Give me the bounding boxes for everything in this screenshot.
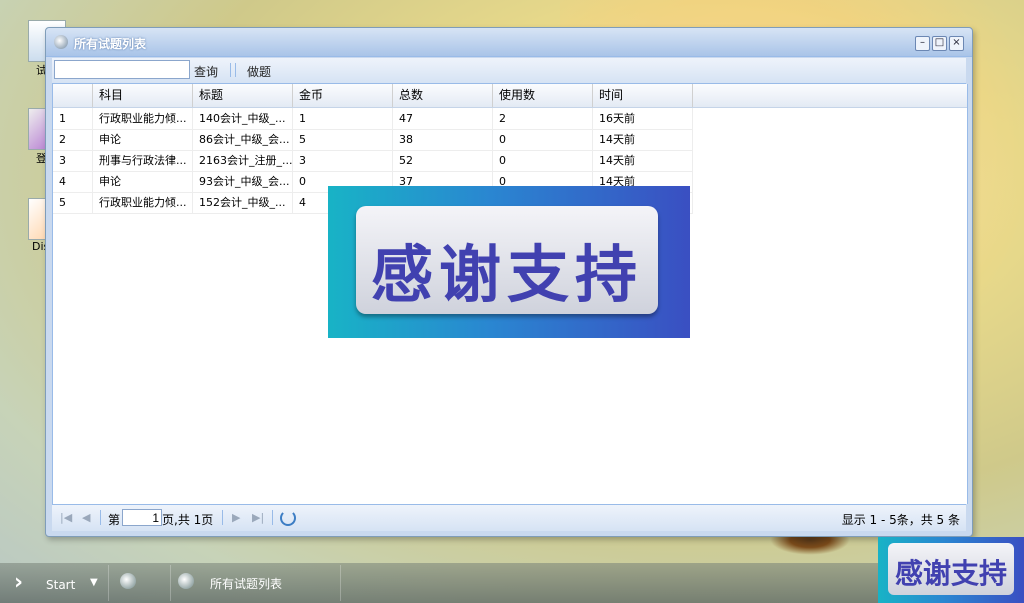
column-header-title[interactable]: 标题 [193,84,293,107]
cell-subject: 申论 [93,129,193,150]
search-input[interactable] [54,60,190,79]
cell-coins: 1 [293,108,393,129]
banner-plate: 感谢支持 [356,206,658,314]
column-header-total[interactable]: 总数 [393,84,493,107]
taskbar: › Start ▼ 所有试题列表 [0,563,1024,603]
paging-toolbar: |◀ ◀ 第 页,共 1页 ▶ ▶| 显示 1 - 5条，共 5 条 [52,504,966,531]
cell-time: 14天前 [593,150,693,171]
cell-subject: 刑事与行政法律... [93,150,193,171]
cell-subject: 行政职业能力倾... [93,192,193,213]
last-page-icon[interactable]: ▶| [252,511,264,524]
cell-total: 52 [393,150,493,171]
column-header-time[interactable]: 时间 [593,84,693,107]
start-button[interactable]: › Start ▼ [14,571,114,597]
minimize-button[interactable]: – [915,36,930,51]
taskbar-divider [170,565,171,601]
pager-divider [222,510,223,525]
cell-coins: 3 [293,150,393,171]
cell-used: 0 [493,150,593,171]
table-row[interactable]: 3 刑事与行政法律... 2163会计_注册_... 3 52 0 14天前 [53,150,693,172]
first-page-icon[interactable]: |◀ [60,511,72,524]
task-button-exam-list[interactable]: 所有试题列表 [210,575,282,592]
table-row[interactable]: 2 申论 86会计_中级_会... 5 38 0 14天前 [53,129,693,151]
column-header-rownum [53,84,93,107]
start-menu-arrow-icon[interactable]: ▼ [90,577,98,588]
thanks-banner-large: 感谢支持 [328,186,690,338]
prev-page-icon[interactable]: ◀ [82,511,90,524]
cell-title: 86会计_中级_会... [193,129,293,150]
toolbar: 查询 做题 [52,58,966,84]
cell-used: 0 [493,129,593,150]
maximize-button[interactable]: □ [932,36,947,51]
cell-rownum: 1 [53,108,93,129]
next-page-icon[interactable]: ▶ [232,511,240,524]
toolbar-divider [235,63,236,77]
cell-rownum: 5 [53,192,93,213]
cell-coins: 5 [293,129,393,150]
cell-subject: 行政职业能力倾... [93,108,193,129]
page-number-input[interactable] [122,509,162,526]
paging-display-info: 显示 1 - 5条，共 5 条 [841,513,960,527]
cell-subject: 申论 [93,171,193,192]
cell-time: 14天前 [593,129,693,150]
column-header-subject[interactable]: 科目 [93,84,193,107]
cell-time: 16天前 [593,108,693,129]
banner-plate: 感谢支持 [888,543,1014,595]
taskbar-divider [340,565,341,601]
quicklaunch-app-icon[interactable] [120,573,136,589]
window-titlebar[interactable]: 所有试题列表 – □ × [46,28,972,57]
pager-divider [272,510,273,525]
thanks-banner-small: 感谢支持 [878,537,1024,603]
table-row[interactable]: 1 行政职业能力倾... 140会计_中级_... 1 47 2 16天前 [53,108,693,130]
cell-title: 140会计_中级_... [193,108,293,129]
start-logo-icon: › [14,570,24,595]
cell-rownum: 3 [53,150,93,171]
toolbar-divider [230,63,231,77]
column-header-used[interactable]: 使用数 [493,84,593,107]
banner-text: 感谢支持 [370,238,643,311]
page-label-suffix: 页,共 1页 [162,513,214,527]
close-button[interactable]: × [949,36,964,51]
refresh-icon[interactable] [280,510,296,526]
cell-title: 93会计_中级_会... [193,171,293,192]
grid-header: 科目 标题 金币 总数 使用数 时间 [53,84,967,108]
cell-rownum: 4 [53,171,93,192]
cell-rownum: 2 [53,129,93,150]
cell-title: 2163会计_注册_... [193,150,293,171]
cell-total: 38 [393,129,493,150]
query-button[interactable]: 查询 [194,63,218,80]
banner-text: 感谢支持 [894,557,1007,590]
taskbar-divider [108,565,109,601]
task-app-icon[interactable] [178,573,194,589]
cell-used: 2 [493,108,593,129]
start-label: Start [46,578,76,592]
column-header-coins[interactable]: 金币 [293,84,393,107]
pager-divider [100,510,101,525]
page-label-prefix: 第 [108,513,121,527]
app-icon [54,35,68,49]
cell-total: 47 [393,108,493,129]
practice-button[interactable]: 做题 [247,63,271,80]
cell-title: 152会计_中级_... [193,192,293,213]
window-title: 所有试题列表 [74,37,147,51]
